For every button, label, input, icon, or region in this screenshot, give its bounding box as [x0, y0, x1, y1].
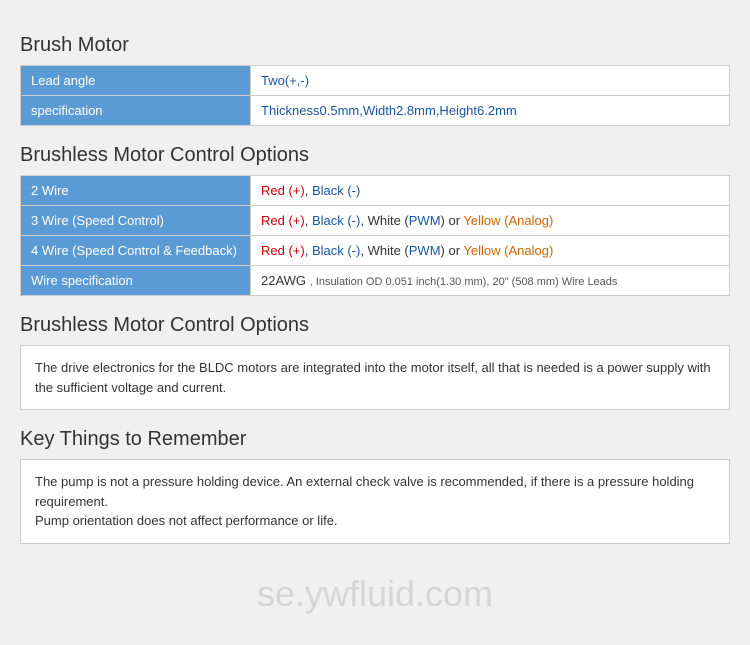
- brush-motor-title: Brush Motor: [20, 34, 730, 57]
- brushless-description-box: The drive electronics for the BLDC motor…: [20, 345, 730, 410]
- specification-value: Thickness0.5mm,Width2.8mm,Height6.2mm: [251, 96, 730, 126]
- key-things-box: The pump is not a pressure holding devic…: [20, 459, 730, 544]
- four-wire-red: Red (+): [261, 243, 305, 258]
- four-wire-value: Red (+), Black (-), White (PWM) or Yello…: [251, 236, 730, 266]
- table-row: 4 Wire (Speed Control & Feedback) Red (+…: [21, 236, 730, 266]
- brushless-options-title: Brushless Motor Control Options: [20, 144, 730, 167]
- watermark: se.ywfluid.com: [257, 573, 493, 615]
- three-wire-black: Black (-): [312, 213, 360, 228]
- three-wire-yellow: Yellow (Analog): [463, 213, 553, 228]
- wire-spec-detail: , Insulation OD 0.051 inch(1.30 mm), 20"…: [310, 276, 618, 288]
- table-row: specification Thickness0.5mm,Width2.8mm,…: [21, 96, 730, 126]
- table-row: Lead angle Two(+,-): [21, 66, 730, 96]
- two-wire-red: Red (+): [261, 183, 305, 198]
- three-wire-pwm: PWM: [409, 213, 441, 228]
- four-wire-or: ) or: [441, 243, 464, 258]
- brushless-description-text: The drive electronics for the BLDC motor…: [35, 358, 715, 397]
- table-row: Wire specification 22AWG , Insulation OD…: [21, 266, 730, 296]
- wire-spec-value: 22AWG , Insulation OD 0.051 inch(1.30 mm…: [251, 266, 730, 296]
- three-wire-red: Red (+): [261, 213, 305, 228]
- specification-text: Thickness0.5mm,Width2.8mm,Height6.2mm: [261, 103, 517, 118]
- specification-label: specification: [21, 96, 251, 126]
- three-wire-label: 3 Wire (Speed Control): [21, 206, 251, 236]
- four-wire-black: Black (-): [312, 243, 360, 258]
- three-wire-value: Red (+), Black (-), White (PWM) or Yello…: [251, 206, 730, 236]
- two-wire-black: Black (-): [312, 183, 360, 198]
- two-wire-label: 2 Wire: [21, 176, 251, 206]
- two-wire-value: Red (+), Black (-): [251, 176, 730, 206]
- lead-angle-label: Lead angle: [21, 66, 251, 96]
- table-row: 3 Wire (Speed Control) Red (+), Black (-…: [21, 206, 730, 236]
- three-wire-white: White (: [368, 213, 409, 228]
- four-wire-yellow: Yellow (Analog): [463, 243, 553, 258]
- wire-spec-label: Wire specification: [21, 266, 251, 296]
- key-things-title: Key Things to Remember: [20, 428, 730, 451]
- lead-angle-text: Two(+,-): [261, 73, 309, 88]
- four-wire-label: 4 Wire (Speed Control & Feedback): [21, 236, 251, 266]
- three-wire-or: ) or: [441, 213, 464, 228]
- four-wire-pwm: PWM: [409, 243, 441, 258]
- four-wire-white: White (: [368, 243, 409, 258]
- key-things-line-2: Pump orientation does not affect perform…: [35, 511, 715, 531]
- brush-motor-table: Lead angle Two(+,-) specification Thickn…: [20, 65, 730, 126]
- wire-spec-text: 22AWG: [261, 273, 306, 288]
- brushless-description-title: Brushless Motor Control Options: [20, 314, 730, 337]
- lead-angle-value: Two(+,-): [251, 66, 730, 96]
- brushless-motor-table: 2 Wire Red (+), Black (-) 3 Wire (Speed …: [20, 175, 730, 296]
- key-things-line-1: The pump is not a pressure holding devic…: [35, 472, 715, 511]
- table-row: 2 Wire Red (+), Black (-): [21, 176, 730, 206]
